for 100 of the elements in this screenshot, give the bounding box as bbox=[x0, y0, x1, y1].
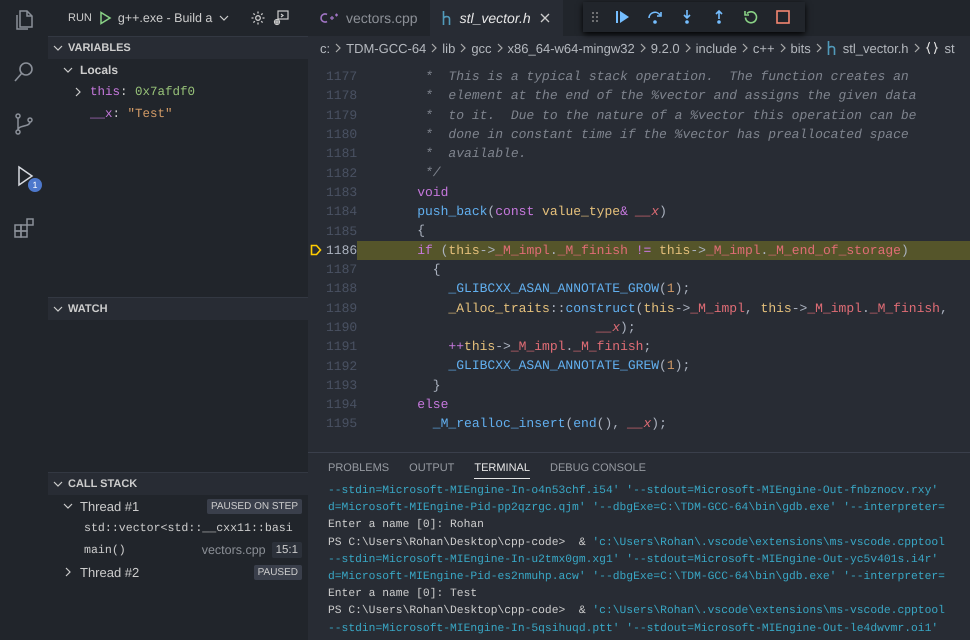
breadcrumb-item[interactable]: x86_64-w64-mingw32 bbox=[508, 40, 635, 56]
chevron-right-icon bbox=[496, 42, 504, 54]
chevron-right-icon bbox=[430, 42, 438, 54]
breadcrumb-item[interactable]: stl_vector.h bbox=[826, 40, 909, 56]
code-line: */ bbox=[424, 164, 442, 182]
frame-position: 15:1 bbox=[272, 542, 302, 558]
panel-tab[interactable]: TERMINAL bbox=[474, 458, 530, 478]
code-line: push_back(const value_type& __x) bbox=[416, 203, 668, 222]
section-title: VARIABLES bbox=[68, 42, 131, 54]
code-line: * done in constant time if the %vector has preallocated space bbox=[424, 126, 910, 144]
terminal-line: --stdin=Microsoft-MIEngine-In-5qsihuqd.ptt' '--stdout=Microsoft-MIEngine-Out-le4dwvmr.oi1' bbox=[328, 622, 940, 637]
breadcrumb-item[interactable]: include bbox=[696, 40, 737, 56]
thread-row[interactable]: Thread #2 PAUSED bbox=[48, 561, 308, 583]
panel-tab[interactable]: OUTPUT bbox=[409, 458, 454, 478]
code-line: { bbox=[416, 222, 426, 240]
breadcrumb-item[interactable]: c: bbox=[320, 40, 330, 56]
continue-icon[interactable] bbox=[615, 9, 631, 25]
section-title: WATCH bbox=[68, 303, 108, 315]
variable-row[interactable]: this: 0x7afdf0 bbox=[48, 81, 308, 103]
run-label: RUN bbox=[68, 12, 92, 24]
step-over-icon[interactable] bbox=[647, 9, 663, 25]
code-line: _GLIBCXX_ASAN_ANNOTATE_GREW(1); bbox=[447, 357, 692, 376]
terminal-line: Enter a name [0]: Rohan bbox=[328, 518, 485, 534]
extensions-icon bbox=[12, 216, 36, 240]
code-line: * This is a typical stack operation. The function creates an bbox=[424, 68, 910, 86]
code-line: __x); bbox=[594, 318, 637, 337]
thread-label: Thread #1 bbox=[80, 498, 140, 514]
section-header[interactable]: CALL STACK bbox=[48, 473, 308, 495]
terminal-line: --stdin=Microsoft-MIEngine-In-u2tmx0gm.xg1' '--stdout=Microsoft-MIEngine-Out-yc5v401s.i4r' bbox=[328, 552, 940, 568]
thread-status: PAUSED bbox=[254, 564, 302, 580]
code-line: * to it. Due to the nature of a %vector this operation can be bbox=[424, 106, 918, 125]
frame-file: vectors.cpp bbox=[202, 543, 266, 557]
chevron-right-icon bbox=[684, 42, 692, 54]
panel-tab[interactable]: PROBLEMS bbox=[328, 458, 390, 478]
frame-name: std::vector<std::__cxx11::basi bbox=[84, 522, 294, 534]
stop-icon[interactable] bbox=[775, 9, 791, 25]
section-header[interactable]: WATCH bbox=[48, 298, 308, 320]
terminal-line: PS C:\Users\Rohan\Desktop\cpp-code> & 'c:\Users\Rohan\.vscode\extensions\ms-vscode.cpptool bbox=[328, 604, 946, 620]
search-icon bbox=[12, 60, 36, 84]
chevron-right-icon bbox=[334, 42, 342, 54]
chevron-right-icon bbox=[778, 42, 787, 54]
breadcrumb-item[interactable]: c++ bbox=[752, 40, 775, 56]
braces-icon bbox=[924, 41, 939, 55]
activity-item[interactable] bbox=[12, 216, 36, 240]
current-line-pointer-icon bbox=[310, 244, 322, 256]
code-line: ++this->_M_impl._M_finish; bbox=[447, 338, 652, 356]
debug-console-icon[interactable] bbox=[272, 9, 290, 27]
code-line: else bbox=[416, 396, 450, 414]
breadcrumb-item[interactable]: 9.2.0 bbox=[650, 40, 680, 56]
restart-icon[interactable] bbox=[743, 9, 759, 25]
thread-label: Thread #2 bbox=[80, 564, 140, 580]
section-title: CALL STACK bbox=[68, 478, 138, 490]
variable-row[interactable]: __x: "Test" bbox=[48, 103, 308, 125]
code-line: _Alloc_traits::construct(this->_M_impl, this->_M_impl._M_finish, bbox=[447, 300, 949, 318]
drag-handle-icon[interactable] bbox=[591, 11, 599, 23]
frame-name: main() bbox=[84, 544, 127, 556]
terminal-line: Enter a name [0]: Test bbox=[328, 586, 478, 602]
thread-row[interactable]: Thread #1 PAUSED ON STEP bbox=[48, 495, 308, 517]
terminal-line: d=Microsoft-MIEngine-Pid-es2nmuhp.acw' '--dbgExe=C:\TDM-GCC-64\bin\gdb.exe' '--interpreter= bbox=[328, 570, 946, 586]
cpp-file-icon bbox=[320, 12, 338, 24]
code-line: _GLIBCXX_ASAN_ANNOTATE_GROW(1); bbox=[447, 280, 692, 298]
code-line: void bbox=[416, 184, 450, 202]
notification-badge: 1 bbox=[28, 178, 42, 192]
scope-row[interactable]: Locals bbox=[48, 59, 308, 81]
code-line: * available. bbox=[424, 145, 528, 164]
settings-icon[interactable] bbox=[250, 10, 266, 26]
close-icon[interactable] bbox=[538, 12, 551, 24]
variable-entry: this: 0x7afdf0 bbox=[90, 85, 196, 99]
stack-frame[interactable]: std::vector<std::__cxx11::basi bbox=[48, 517, 308, 539]
chevron-right-icon bbox=[459, 42, 468, 54]
scope-label: Locals bbox=[80, 63, 118, 77]
terminal-line: d=Microsoft-MIEngine-Pid-pp2qzrgc.qjm' '--dbgExe=C:\TDM-GCC-64\bin\gdb.exe' '--interpreter= bbox=[328, 500, 946, 516]
variable-entry: __x: "Test" bbox=[90, 107, 173, 121]
header-file-icon bbox=[442, 11, 452, 25]
stack-frame[interactable]: main() vectors.cpp 15:1 bbox=[48, 539, 308, 561]
header-file-icon bbox=[826, 41, 837, 55]
chevron-right-icon bbox=[912, 42, 921, 54]
terminal-line: PS C:\Users\Rohan\Desktop\cpp-code> & 'c:\Users\Rohan\.vscode\extensions\ms-vscode.cpptool bbox=[328, 536, 946, 551]
code-line: } bbox=[432, 376, 442, 395]
terminal-line: --stdin=Microsoft-MIEngine-In-o4n53chf.i54' '--stdout=Microsoft-MIEngine-Out-fnbznocv.rxy' bbox=[328, 484, 940, 499]
section-header[interactable]: VARIABLES bbox=[48, 37, 308, 59]
breadcrumb-item[interactable]: lib bbox=[442, 40, 456, 56]
configuration-dropdown[interactable]: g++.exe - Build a bbox=[118, 11, 212, 25]
editor-tab[interactable]: vectors.cpp bbox=[308, 0, 430, 36]
chevron-right-icon bbox=[814, 42, 823, 54]
line-number: 1186 bbox=[326, 242, 357, 258]
chevron-right-icon bbox=[638, 42, 647, 54]
code-line: * element at the end of the %vector and assigns the given data bbox=[424, 87, 918, 106]
thread-status: PAUSED ON STEP bbox=[206, 498, 302, 514]
code-line: { bbox=[432, 260, 442, 279]
breadcrumb-item[interactable]: bits bbox=[790, 40, 811, 56]
editor-tab[interactable]: stl_vector.h bbox=[430, 0, 563, 36]
panel-tab[interactable]: DEBUG CONSOLE bbox=[550, 458, 646, 478]
breadcrumb-item[interactable]: TDM-GCC-64 bbox=[346, 40, 426, 56]
chevron-right-icon bbox=[740, 42, 749, 54]
breadcrumb-item[interactable]: st bbox=[924, 40, 955, 56]
code-line: _M_realloc_insert(end(), __x); bbox=[432, 415, 668, 434]
start-debugging-icon[interactable] bbox=[98, 11, 112, 25]
activity-item[interactable] bbox=[12, 60, 36, 84]
breadcrumb-item[interactable]: gcc bbox=[471, 40, 492, 56]
